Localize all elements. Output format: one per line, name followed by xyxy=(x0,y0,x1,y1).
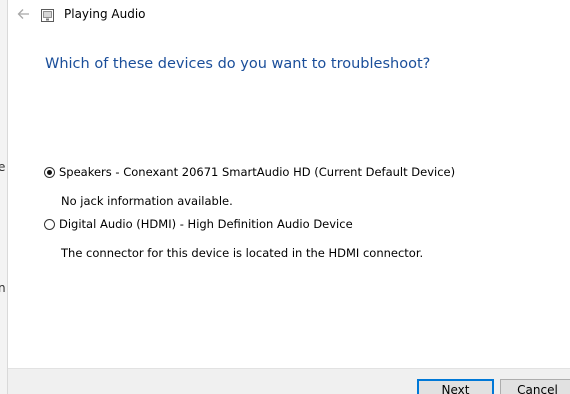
dialog-footer: Next Cancel xyxy=(8,368,570,394)
device-option-description: No jack information available. xyxy=(61,194,233,208)
radio-button-selected[interactable] xyxy=(44,166,55,178)
background-window-text: n xyxy=(0,281,6,295)
device-option-description: The connector for this device is located… xyxy=(61,246,424,260)
title-bar: Playing Audio xyxy=(8,0,570,32)
next-button[interactable]: Next xyxy=(417,379,494,394)
troubleshooter-dialog: e n Playing Audio Which of these devices… xyxy=(0,0,570,394)
device-option-speakers[interactable]: Speakers - Conexant 20671 SmartAudio HD … xyxy=(44,165,455,179)
device-option-label: Speakers - Conexant 20671 SmartAudio HD … xyxy=(59,165,456,179)
page-heading: Which of these devices do you want to tr… xyxy=(45,56,431,72)
window-title: Playing Audio xyxy=(64,7,146,21)
back-arrow-icon[interactable] xyxy=(14,4,34,24)
cancel-button[interactable]: Cancel xyxy=(500,379,570,394)
troubleshooter-app-icon xyxy=(41,8,55,22)
device-option-label: Digital Audio (HDMI) - High Definition A… xyxy=(59,217,353,231)
device-option-hdmi[interactable]: Digital Audio (HDMI) - High Definition A… xyxy=(44,217,353,231)
background-window-text: e xyxy=(0,160,6,174)
background-window-edge: e n xyxy=(0,0,8,394)
radio-button[interactable] xyxy=(44,218,55,230)
